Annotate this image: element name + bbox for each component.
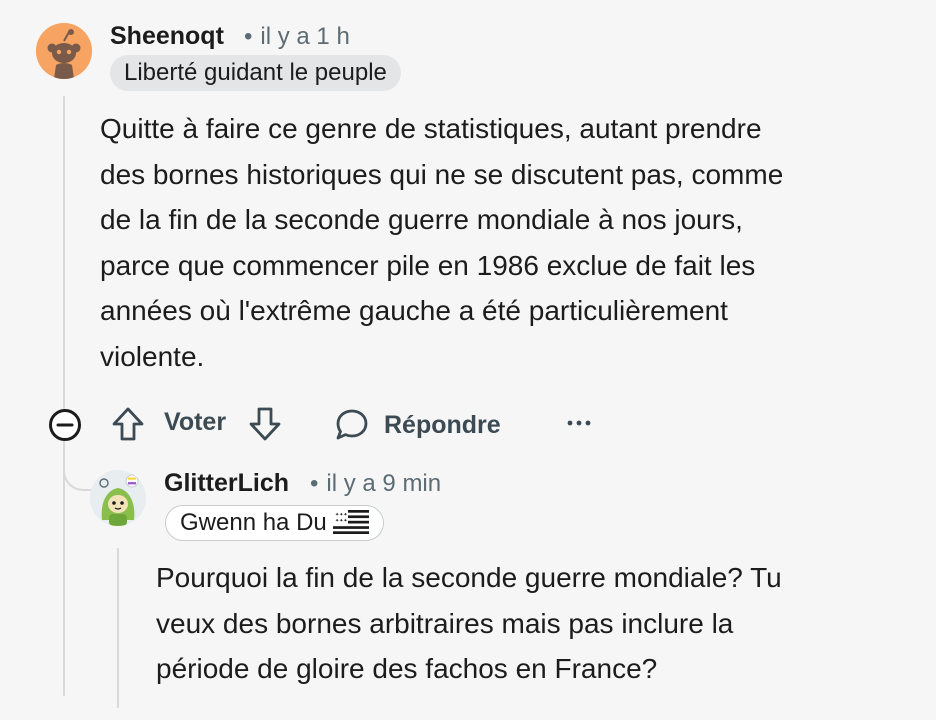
breton-flag-icon: ✦✦✦ ✦✦✦	[332, 509, 369, 534]
meta-separator: •	[310, 470, 319, 497]
svg-text:✦✦✦: ✦✦✦	[335, 518, 348, 524]
comment-line: période de gloire des fachos en France?	[156, 653, 658, 684]
speech-bubble-icon	[336, 409, 368, 440]
more-options-button[interactable]	[566, 410, 592, 436]
comment-line: Quitte à faire ce genre de statistiques,…	[100, 113, 762, 144]
snoo-avatar-icon	[90, 470, 146, 526]
comment-line: années où l'extrême gauche a été particu…	[100, 295, 728, 326]
comment-line: de la fin de la seconde guerre mondiale …	[100, 204, 743, 235]
flair-text: Gwenn ha Du	[180, 509, 327, 536]
comment-line: parce que commencer pile en 1986 exclue …	[100, 249, 756, 281]
upvote-button[interactable]	[110, 405, 146, 443]
timestamp-text: il y a 9 min	[326, 470, 442, 497]
ellipsis-icon	[567, 420, 591, 426]
vote-label: Voter	[164, 408, 227, 436]
user-flair: Gwenn ha Du ✦✦✦ ✦✦✦	[165, 505, 384, 541]
comment-author[interactable]: Sheenoqt	[110, 22, 224, 51]
timestamp-text: il y a 1 h	[260, 23, 350, 50]
avatar[interactable]	[36, 23, 92, 79]
downvote-button[interactable]	[247, 405, 283, 443]
avatar[interactable]	[90, 470, 146, 526]
comment-line: Pourquoi la fin de la seconde guerre mon…	[156, 562, 782, 593]
thread-line[interactable]	[117, 548, 119, 708]
comment-line: veux des bornes arbitraires mais pas inc…	[156, 607, 734, 639]
user-flair: Liberté guidant le peuple	[110, 55, 401, 91]
collapse-button[interactable]	[48, 408, 82, 442]
thread-line[interactable]	[63, 96, 65, 696]
minus-circle-icon	[49, 409, 81, 441]
comment-timestamp: • il y a 9 min	[310, 470, 441, 498]
reply-label: Répondre	[384, 410, 501, 439]
comment-author[interactable]: GlitterLich	[164, 469, 289, 498]
comment-timestamp: • il y a 1 h	[244, 23, 350, 51]
arrow-up-icon	[112, 407, 144, 441]
comment-body: Quitte à faire ce genre de statistiques,…	[100, 106, 900, 379]
comment-line: violente.	[100, 340, 205, 372]
reply-button[interactable]: Répondre	[334, 407, 501, 443]
comment-line: des bornes historiques qui ne se discute…	[100, 158, 784, 190]
arrow-down-icon	[249, 407, 281, 441]
meta-separator: •	[244, 23, 253, 50]
comment-thread: Sheenoqt • il y a 1 h Liberté guidant le …	[0, 0, 936, 720]
comment-body: Pourquoi la fin de la seconde guerre mon…	[156, 555, 916, 692]
snoo-avatar-icon	[36, 23, 92, 79]
